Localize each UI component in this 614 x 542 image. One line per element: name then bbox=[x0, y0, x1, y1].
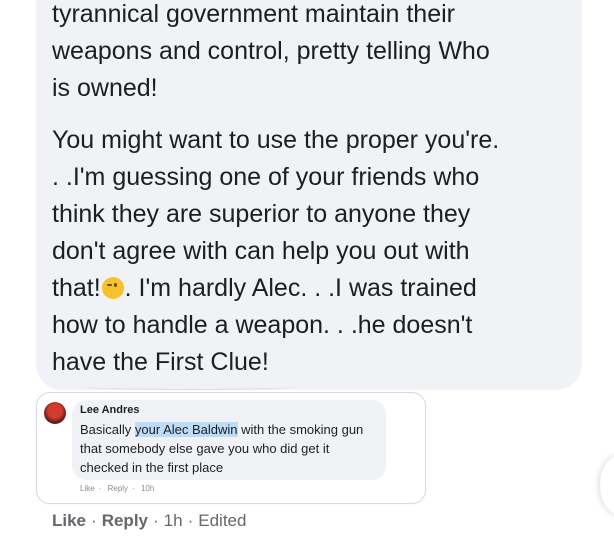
separator: · bbox=[153, 511, 159, 530]
comment-actions: Like · Reply · 1h · Edited bbox=[52, 511, 246, 531]
comment-line: don't agree with can help you out with bbox=[52, 237, 470, 265]
edited-label[interactable]: Edited bbox=[198, 511, 246, 530]
cropped-edge-element bbox=[600, 455, 614, 515]
comment-line: . I'm hardly Alec. . .I was trained bbox=[124, 274, 477, 302]
screenshot-reply: Reply bbox=[107, 484, 129, 493]
comment-line: . .I'm guessing one of your friends who bbox=[52, 163, 480, 191]
like-button[interactable]: Like bbox=[52, 511, 86, 530]
faint-cropped-row bbox=[80, 383, 300, 390]
highlighted-text: your Alec Baldwin bbox=[134, 422, 238, 437]
separator: · bbox=[98, 484, 102, 493]
reply-button[interactable]: Reply bbox=[102, 511, 148, 530]
separator: · bbox=[91, 511, 97, 530]
comment-line: is owned! bbox=[52, 74, 158, 102]
avatar bbox=[44, 402, 66, 424]
comment-line: tyrannical government maintain their bbox=[52, 0, 455, 28]
screenshot-actions: Like · Reply · 10h bbox=[80, 484, 158, 493]
comment-line: that! bbox=[52, 274, 101, 302]
comment-line: how to handle a weapon. . .he doesn't bbox=[52, 311, 473, 339]
screenshot-time: 10h bbox=[140, 484, 155, 493]
screenshot-author-name: Lee Andres bbox=[80, 404, 140, 416]
separator: · bbox=[187, 511, 194, 530]
screenshot-comment-text: Basically your Alec Baldwin with the smo… bbox=[80, 420, 380, 477]
separator: · bbox=[132, 484, 135, 493]
screenshot-like: Like bbox=[80, 484, 95, 493]
comment-line: have the First Clue! bbox=[52, 348, 269, 376]
comment-paragraph-2: You might want to use the proper you're.… bbox=[52, 122, 572, 381]
comment-line: think they are superior to anyone they bbox=[52, 200, 471, 228]
comment-line: You might want to use the proper you're. bbox=[52, 126, 500, 154]
timestamp[interactable]: 1h bbox=[164, 511, 183, 530]
winking-face-emoji-icon bbox=[101, 277, 124, 299]
comment-paragraph-1: tyrannical government maintain their wea… bbox=[52, 0, 572, 107]
screenshot-text-before: Basically bbox=[80, 422, 135, 437]
comment-thread: tyrannical government maintain their wea… bbox=[0, 0, 614, 542]
comment-line: weapons and control, pretty telling Who bbox=[52, 37, 490, 65]
